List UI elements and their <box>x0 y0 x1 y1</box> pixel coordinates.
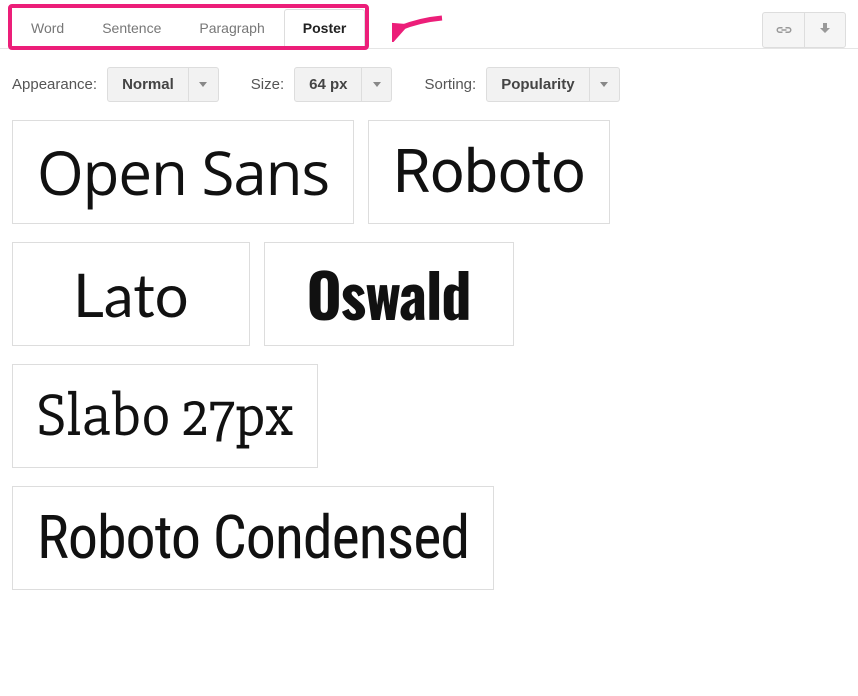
sorting-caret[interactable] <box>590 67 620 102</box>
font-card-oswald[interactable]: Oswald <box>264 242 514 346</box>
font-sample: Open Sans <box>37 139 329 205</box>
tab-word[interactable]: Word <box>12 9 83 47</box>
sorting-label: Sorting: <box>424 76 476 93</box>
controls-bar: Appearance: Normal Size: 64 px Sorting: … <box>0 49 858 120</box>
font-card-lato[interactable]: Lato <box>12 242 250 346</box>
size-caret[interactable] <box>362 67 392 102</box>
font-sample: Lato <box>73 261 189 327</box>
font-row: Roboto Condensed <box>12 486 846 590</box>
tabs-wrapper: Word Sentence Paragraph Poster <box>12 8 365 46</box>
link-button[interactable] <box>762 12 804 48</box>
size-value[interactable]: 64 px <box>294 67 362 102</box>
font-card-roboto-condensed[interactable]: Roboto Condensed <box>12 486 494 590</box>
size-label: Size: <box>251 76 284 93</box>
font-sample: Roboto <box>393 139 585 205</box>
tab-sentence[interactable]: Sentence <box>83 9 180 47</box>
download-button[interactable] <box>804 12 846 48</box>
tabs: Word Sentence Paragraph Poster <box>12 8 365 46</box>
font-sample: Oswald <box>307 261 471 327</box>
font-card-open-sans[interactable]: Open Sans <box>12 120 354 224</box>
appearance-value[interactable]: Normal <box>107 67 189 102</box>
appearance-caret[interactable] <box>189 67 219 102</box>
sorting-select[interactable]: Popularity <box>486 67 619 102</box>
size-select[interactable]: 64 px <box>294 67 392 102</box>
font-grid: Open Sans Roboto Lato Oswald Slabo 27px … <box>0 120 858 620</box>
font-sample: Slabo 27px <box>37 383 293 449</box>
annotation-arrow-icon <box>392 14 448 42</box>
tab-paragraph[interactable]: Paragraph <box>180 9 283 47</box>
font-card-slabo[interactable]: Slabo 27px <box>12 364 318 468</box>
chevron-down-icon <box>373 82 381 87</box>
appearance-label: Appearance: <box>12 76 97 93</box>
appearance-select[interactable]: Normal <box>107 67 219 102</box>
tab-poster[interactable]: Poster <box>284 9 366 47</box>
chevron-down-icon <box>600 82 608 87</box>
top-actions <box>762 8 846 48</box>
font-row: Lato Oswald <box>12 242 846 346</box>
topbar: Word Sentence Paragraph Poster <box>0 0 858 49</box>
download-arrow-icon <box>818 23 832 37</box>
sorting-value[interactable]: Popularity <box>486 67 589 102</box>
font-card-roboto[interactable]: Roboto <box>368 120 610 224</box>
font-row: Open Sans Roboto <box>12 120 846 224</box>
font-sample: Roboto Condensed <box>37 505 469 571</box>
chevron-down-icon <box>199 82 207 87</box>
link-icon <box>775 24 793 36</box>
font-row: Slabo 27px <box>12 364 846 468</box>
